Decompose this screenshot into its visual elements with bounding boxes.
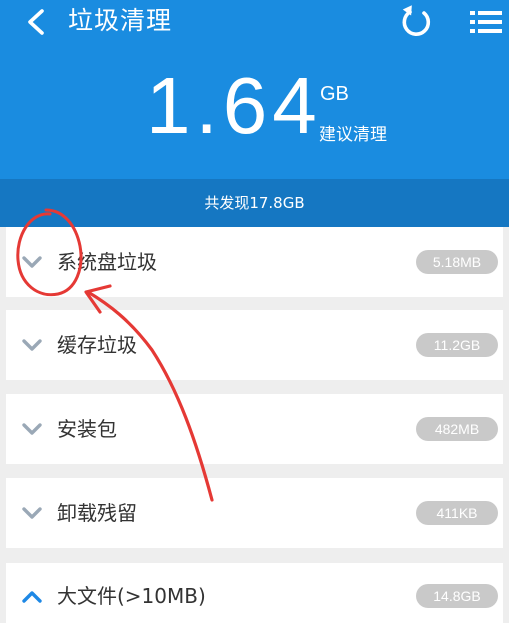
category-label: 系统盘垃圾 (57, 250, 157, 274)
found-total-text: 共发现17.8GB (204, 194, 305, 212)
category-row-cache[interactable]: 缓存垃圾 11.2GB (6, 310, 503, 380)
category-size-badge: 11.2GB (416, 333, 498, 357)
chevron-down-icon (22, 256, 42, 268)
category-size-badge: 482MB (416, 417, 498, 441)
chevron-left-icon[interactable] (24, 6, 48, 38)
junk-cleanup-screen: 垃圾清理 1.64 GB 建议清理 共发现17.8GB 系统盘垃圾 5.18MB (0, 0, 509, 623)
category-row-large-files[interactable]: 大文件(>10MB) 14.8GB (6, 563, 503, 623)
category-size-badge: 14.8GB (416, 584, 498, 608)
page-title: 垃圾清理 (68, 6, 173, 35)
category-label: 安装包 (57, 417, 117, 441)
category-label: 大文件(>10MB) (57, 584, 206, 608)
category-label: 缓存垃圾 (57, 333, 137, 357)
junk-size-unit: GB (320, 83, 349, 105)
chevron-down-icon (22, 507, 42, 519)
category-label: 卸载残留 (57, 501, 137, 525)
refresh-icon[interactable] (398, 4, 434, 38)
found-total-bar: 共发现17.8GB (0, 179, 509, 227)
chevron-down-icon (22, 339, 42, 351)
list-menu-icon[interactable] (466, 6, 506, 38)
category-row-install-packages[interactable]: 安装包 482MB (6, 394, 503, 464)
category-size-badge: 411KB (416, 501, 498, 525)
chevron-down-icon (22, 423, 42, 435)
chevron-up-icon (22, 591, 42, 603)
category-size-badge: 5.18MB (416, 250, 498, 274)
category-row-uninstall-residue[interactable]: 卸载残留 411KB (6, 478, 503, 548)
junk-size-value: 1.64 (146, 61, 322, 150)
category-row-system-disk[interactable]: 系统盘垃圾 5.18MB (6, 227, 503, 297)
header: 垃圾清理 1.64 GB 建议清理 (0, 0, 509, 179)
clean-suggestion-label: 建议清理 (319, 125, 387, 145)
